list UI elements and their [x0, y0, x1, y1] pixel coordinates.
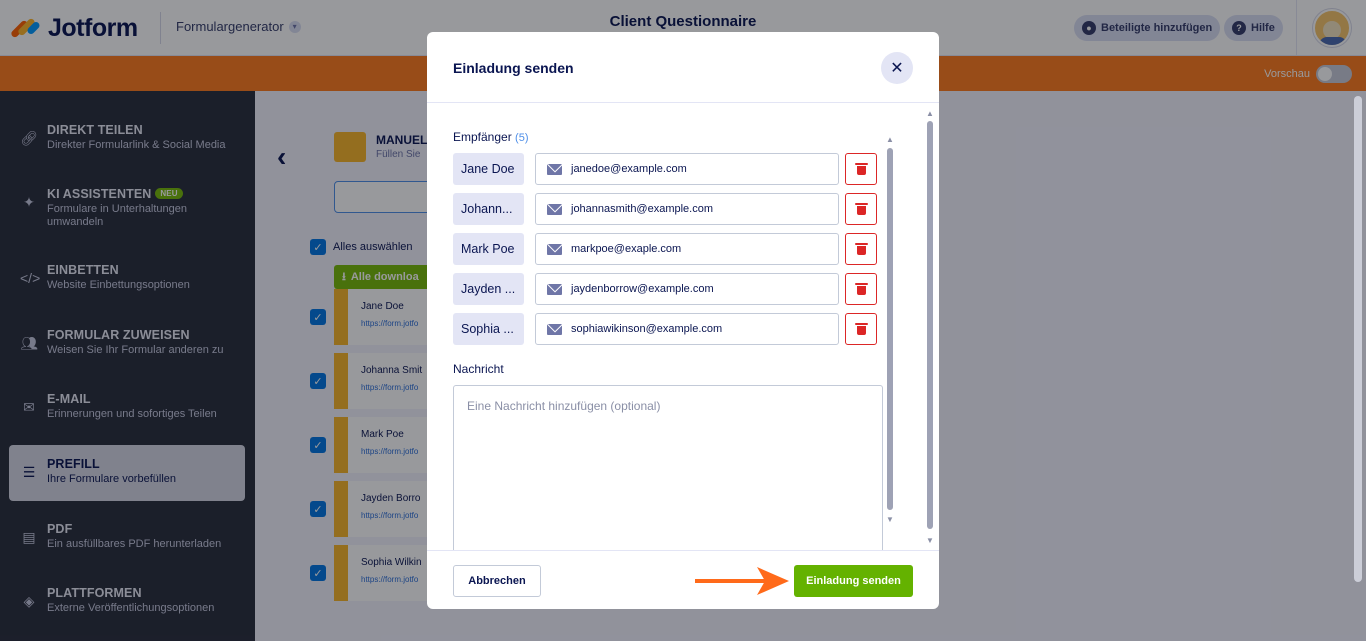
recipient-email-field[interactable]: johannasmith@example.com — [535, 193, 839, 225]
envelope-icon — [547, 324, 562, 335]
modal-scrollbar[interactable] — [927, 121, 933, 529]
modal-body: ▲ ▼ Empfänger (5) ▲ ▼ Jane Doe janedoe@e… — [427, 103, 939, 550]
message-label: Nachricht — [453, 362, 504, 376]
arrow-annotation-icon — [695, 567, 789, 595]
recipient-email: johannasmith@example.com — [571, 203, 714, 215]
modal-title: Einladung senden — [453, 60, 574, 76]
recipient-email: janedoe@example.com — [571, 163, 687, 175]
recipient-name[interactable]: Jayden ... — [453, 273, 524, 305]
recipient-email: sophiawikinson@example.com — [571, 323, 723, 335]
scroll-down-icon[interactable]: ▼ — [926, 536, 934, 545]
recipient-email: jaydenborrow@example.com — [571, 283, 714, 295]
scroll-down-icon[interactable]: ▼ — [886, 515, 894, 524]
scroll-up-icon[interactable]: ▲ — [886, 135, 894, 144]
envelope-icon — [547, 164, 562, 175]
recipient-row: Sophia ... sophiawikinson@example.com — [453, 313, 877, 345]
recipients-label-text: Empfänger — [453, 130, 512, 144]
delete-recipient-button[interactable] — [845, 193, 877, 225]
delete-recipient-button[interactable] — [845, 273, 877, 305]
trash-icon — [854, 203, 868, 215]
recipient-name[interactable]: Johann... — [453, 193, 524, 225]
recipient-email-field[interactable]: janedoe@example.com — [535, 153, 839, 185]
delete-recipient-button[interactable] — [845, 313, 877, 345]
recipient-email-field[interactable]: sophiawikinson@example.com — [535, 313, 839, 345]
trash-icon — [854, 283, 868, 295]
delete-recipient-button[interactable] — [845, 233, 877, 265]
close-button[interactable]: ✕ — [881, 52, 913, 84]
trash-icon — [854, 163, 868, 175]
delete-recipient-button[interactable] — [845, 153, 877, 185]
recipients-count: (5) — [515, 132, 529, 144]
envelope-icon — [547, 284, 562, 295]
trash-icon — [854, 323, 868, 335]
envelope-icon — [547, 244, 562, 255]
recipient-name[interactable]: Jane Doe — [453, 153, 524, 185]
cancel-button[interactable]: Abbrechen — [453, 565, 541, 597]
recipient-email: markpoe@exaple.com — [571, 243, 682, 255]
send-invitation-button[interactable]: Einladung senden — [794, 565, 913, 597]
message-textarea[interactable]: Eine Nachricht hinzufügen (optional) — [453, 385, 883, 550]
recipient-name[interactable]: Mark Poe — [453, 233, 524, 265]
modal-header: Einladung senden ✕ — [427, 32, 939, 103]
recipient-row: Mark Poe markpoe@exaple.com — [453, 233, 877, 265]
trash-icon — [854, 243, 868, 255]
recipient-row: Jane Doe janedoe@example.com — [453, 153, 877, 185]
recipient-row: Johann... johannasmith@example.com — [453, 193, 877, 225]
recipient-row: Jayden ... jaydenborrow@example.com — [453, 273, 877, 305]
close-icon: ✕ — [890, 60, 904, 77]
recipient-email-field[interactable]: markpoe@exaple.com — [535, 233, 839, 265]
modal-footer: Abbrechen Einladung senden — [427, 550, 939, 609]
recipients-scrollbar[interactable] — [887, 148, 893, 510]
scroll-up-icon[interactable]: ▲ — [926, 109, 934, 118]
envelope-icon — [547, 204, 562, 215]
recipients-label: Empfänger (5) — [453, 130, 529, 144]
recipient-email-field[interactable]: jaydenborrow@example.com — [535, 273, 839, 305]
recipient-name[interactable]: Sophia ... — [453, 313, 524, 345]
page-scrollbar[interactable] — [1354, 96, 1362, 582]
send-invitation-modal: Einladung senden ✕ ▲ ▼ Empfänger (5) ▲ ▼… — [427, 32, 939, 609]
message-placeholder: Eine Nachricht hinzufügen (optional) — [467, 399, 661, 413]
